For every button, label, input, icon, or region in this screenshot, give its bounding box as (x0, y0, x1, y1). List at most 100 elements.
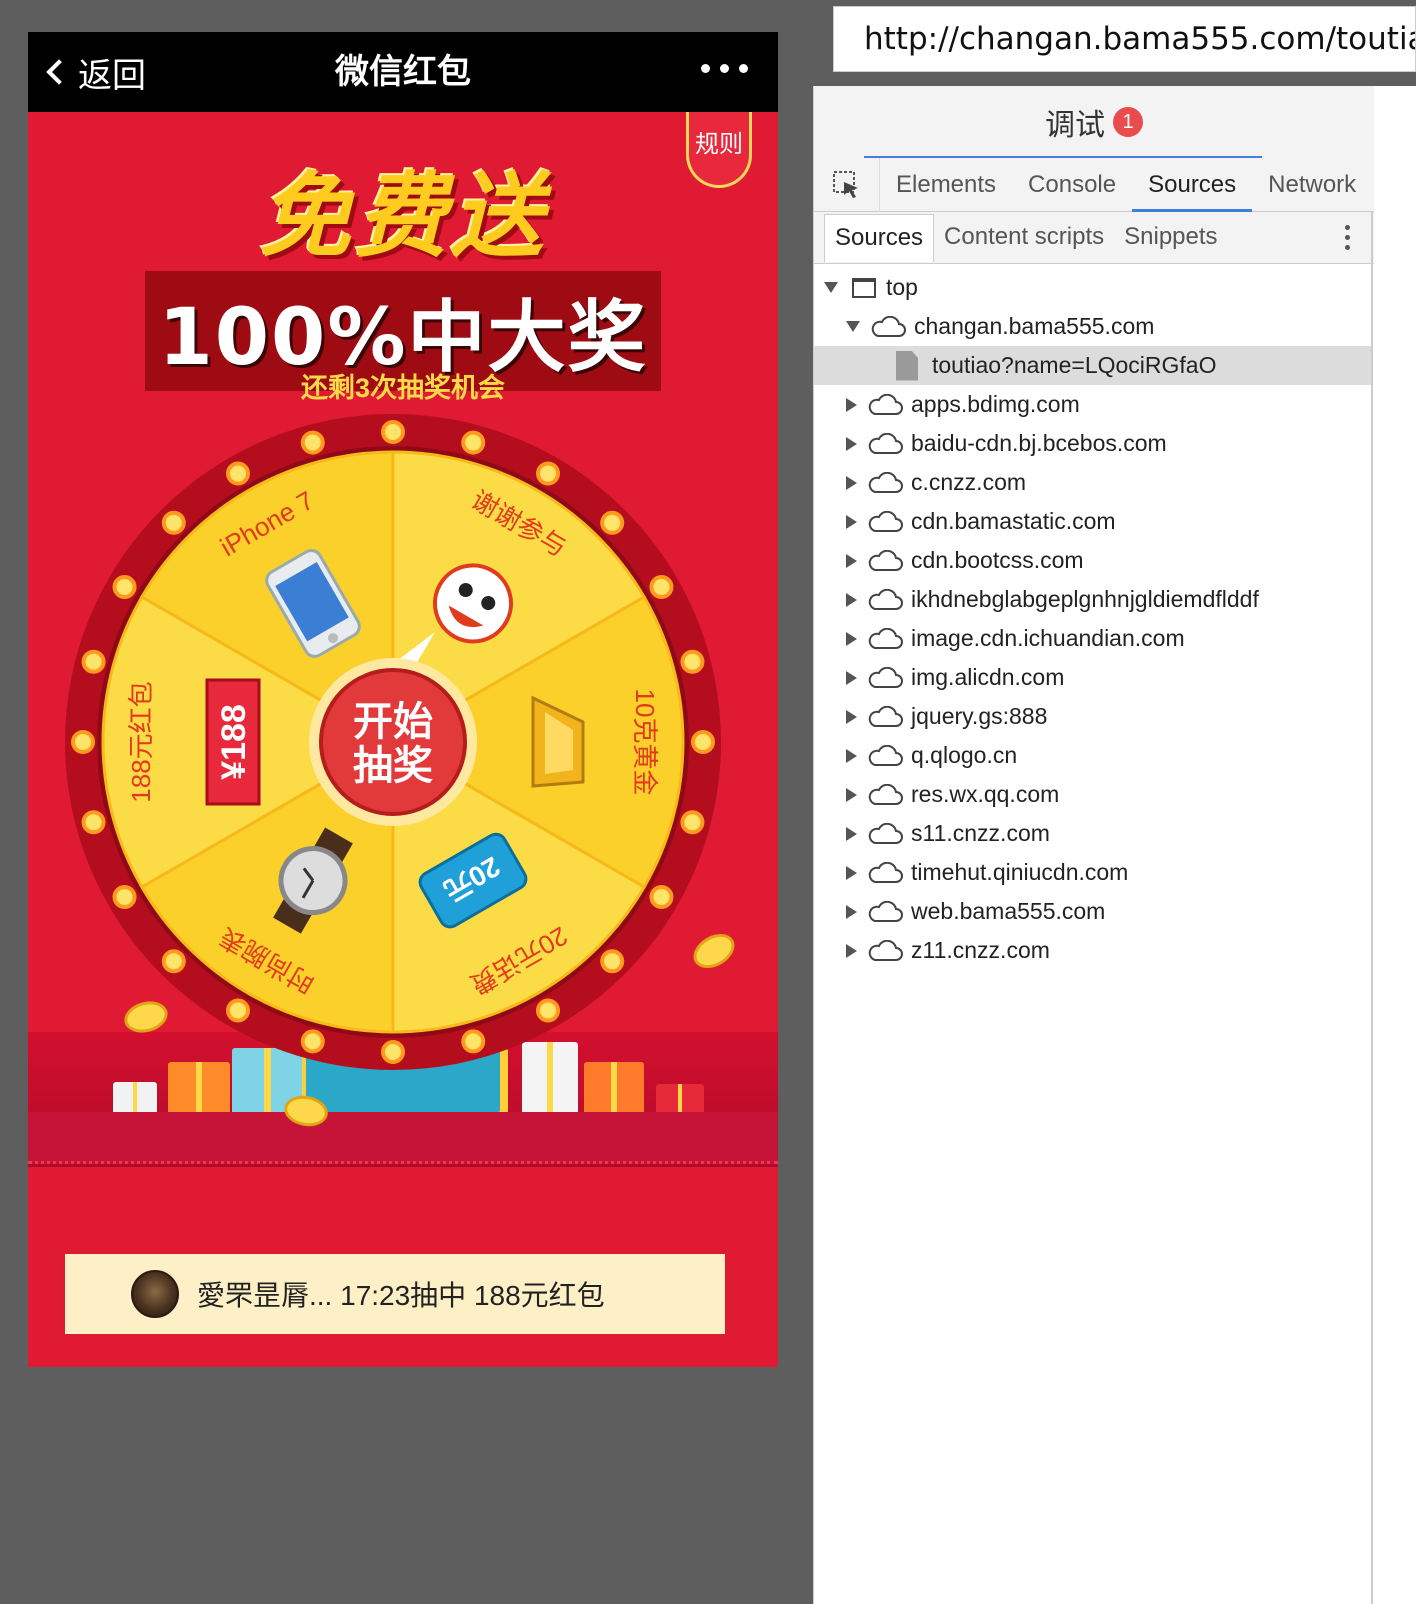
back-button[interactable]: 返回 (42, 32, 146, 112)
light-bulb-icon (600, 949, 625, 974)
tree-item-label: cdn.bootcss.com (911, 547, 1084, 573)
expand-arrow-icon[interactable] (846, 553, 857, 568)
devtools-title: 调试 (1045, 109, 1105, 142)
light-bulb-icon (691, 730, 715, 754)
url-bar[interactable]: http://changan.bama555.com/toutiao?name=… (833, 6, 1416, 72)
tree-item-domain[interactable]: q.qlogo.cn (814, 736, 1371, 775)
avatar (131, 1270, 179, 1318)
light-bulb-icon (536, 998, 560, 1023)
tree-item-label: ikhdnebglabgeplgnhnjgldiemdflddf (911, 586, 1259, 612)
devtools-title-bar: 调试 1 (814, 86, 1374, 158)
light-bulb-icon (300, 1029, 325, 1054)
light-bulb-icon (81, 649, 106, 674)
expand-arrow-icon[interactable] (846, 631, 857, 646)
start-button-label: 开始 (353, 699, 433, 745)
tree-item-domain[interactable]: baidu-cdn.bj.bcebos.com (814, 424, 1371, 463)
tree-item-domain[interactable]: apps.bdimg.com (814, 385, 1371, 424)
winner-ticker: 愛罘昰脣... 17:23抽中 188元红包 (65, 1254, 725, 1334)
cloud-icon (868, 783, 903, 805)
red-envelope-icon: ¥188 (205, 678, 261, 806)
winner-text: 愛罘昰脣... 17:23抽中 188元红包 (197, 1280, 605, 1311)
inspect-element-icon[interactable] (814, 157, 880, 212)
light-bulb-icon (600, 510, 625, 535)
tree-item-domain[interactable]: cdn.bamastatic.com (814, 502, 1371, 541)
tab-console[interactable]: Console (1012, 158, 1132, 212)
tree-item-domain[interactable]: changan.bama555.com (814, 307, 1371, 346)
cloud-icon (868, 432, 903, 454)
tree-item-label: changan.bama555.com (914, 313, 1155, 339)
tree-item-domain[interactable]: web.bama555.com (814, 892, 1371, 931)
cloud-icon (868, 549, 903, 571)
tree-item-domain[interactable]: s11.cnzz.com (814, 814, 1371, 853)
tree-item-domain[interactable]: img.alicdn.com (814, 658, 1371, 697)
light-bulb-icon (226, 998, 250, 1023)
source-tree: top changan.bama555.com toutiao?name=LQo… (814, 268, 1371, 970)
cloud-icon (868, 900, 903, 922)
tree-item-top[interactable]: top (814, 268, 1371, 307)
tree-item-label: apps.bdimg.com (911, 391, 1080, 417)
light-bulb-icon (680, 649, 705, 674)
light-bulb-icon (112, 885, 137, 909)
prize-wheel: iPhone 7 谢谢参与 10克黄金 20元话费 20元 时尚腕表 188元红包 ¥188 开… (63, 412, 723, 1072)
subtab-snippets[interactable]: Snippets (1114, 214, 1227, 262)
light-bulb-icon (461, 430, 486, 455)
pane-divider[interactable] (1371, 212, 1373, 1604)
tree-item-domain[interactable]: z11.cnzz.com (814, 931, 1371, 970)
tree-item-label: jquery.gs:888 (911, 703, 1048, 729)
tree-item-domain[interactable]: ikhdnebglabgeplgnhnjgldiemdflddf (814, 580, 1371, 619)
more-options-icon[interactable] (1345, 225, 1350, 250)
light-bulb-icon (461, 1029, 486, 1054)
expand-arrow-icon[interactable] (846, 943, 857, 958)
tree-item-label: timehut.qiniucdn.com (911, 859, 1129, 885)
tree-item-domain[interactable]: timehut.qiniucdn.com (814, 853, 1371, 892)
tree-item-file[interactable]: toutiao?name=LQociRGfaO (814, 346, 1371, 385)
tree-item-label: res.wx.qq.com (911, 781, 1060, 807)
expand-arrow-icon[interactable] (846, 592, 857, 607)
tab-elements[interactable]: Elements (880, 158, 1012, 212)
subtab-sources[interactable]: Sources (824, 213, 935, 262)
start-button-label: 抽奖 (353, 743, 433, 789)
expand-arrow-icon[interactable] (846, 514, 857, 529)
expand-arrow-icon[interactable] (846, 670, 857, 685)
expand-arrow-icon[interactable] (846, 709, 857, 724)
tree-item-domain[interactable]: c.cnzz.com (814, 463, 1371, 502)
wechat-header: 返回 微信红包 (28, 32, 778, 112)
more-icon[interactable] (701, 64, 748, 73)
expand-arrow-icon[interactable] (846, 904, 857, 919)
tree-item-label: cdn.bamastatic.com (911, 508, 1116, 534)
expand-arrow-icon[interactable] (846, 787, 857, 802)
promo-headline: 免费送 100%中大奖 (28, 142, 778, 391)
expand-arrow-icon[interactable] (824, 282, 838, 293)
wechat-lottery-page: 返回 微信红包 规则 免费送 100%中大奖 还剩3次抽奖机会 iPhone 7… (28, 32, 778, 1367)
expand-arrow-icon[interactable] (846, 397, 857, 412)
expand-arrow-icon[interactable] (846, 748, 857, 763)
ribbon-floor (28, 1112, 778, 1164)
cloud-icon (868, 510, 903, 532)
expand-arrow-icon[interactable] (846, 436, 857, 451)
start-button[interactable]: 开始抽奖 (353, 699, 433, 789)
file-icon (896, 350, 918, 381)
tab-network[interactable]: Network (1252, 158, 1372, 212)
chevron-left-icon (46, 59, 72, 85)
expand-arrow-icon[interactable] (846, 865, 857, 880)
tree-item-domain[interactable]: res.wx.qq.com (814, 775, 1371, 814)
tab-sources[interactable]: Sources (1132, 158, 1253, 212)
expand-arrow-icon[interactable] (846, 321, 860, 332)
light-bulb-icon (161, 510, 186, 535)
subtab-content-scripts[interactable]: Content scripts (934, 214, 1114, 262)
expand-arrow-icon[interactable] (846, 826, 857, 841)
back-label: 返回 (78, 56, 146, 95)
tree-item-label: q.qlogo.cn (911, 742, 1018, 768)
tree-item-label: s11.cnzz.com (911, 820, 1050, 846)
tree-item-domain[interactable]: jquery.gs:888 (814, 697, 1371, 736)
tree-item-domain[interactable]: image.cdn.ichuandian.com (814, 619, 1371, 658)
cloud-icon (868, 861, 903, 883)
light-bulb-icon (300, 430, 325, 455)
cloud-icon (868, 705, 903, 727)
tree-item-label: web.bama555.com (911, 898, 1106, 924)
expand-arrow-icon[interactable] (846, 475, 857, 490)
light-bulb-icon (161, 949, 186, 974)
devtools-panel: 调试 1 Elements Console Sources Network So… (813, 86, 1416, 1604)
light-bulb-icon (649, 575, 674, 599)
tree-item-domain[interactable]: cdn.bootcss.com (814, 541, 1371, 580)
